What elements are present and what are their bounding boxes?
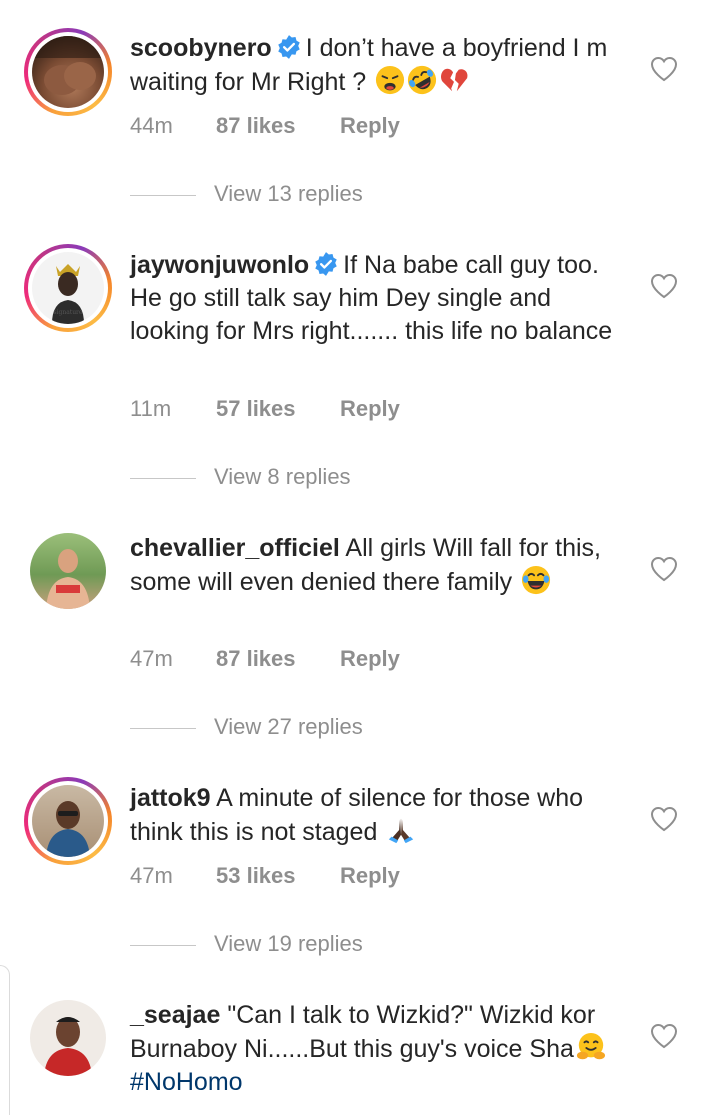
username[interactable]: _seajae [130, 1001, 220, 1029]
reply-button[interactable]: Reply [340, 863, 400, 889]
divider-line [130, 727, 196, 729]
folded-hands-icon [389, 818, 414, 844]
broken-heart-icon [441, 68, 468, 92]
face-with-tears-of-joy-icon [522, 565, 551, 595]
view-replies-label: View 19 replies [214, 931, 363, 956]
comment-meta: 44m 87 likes Reply [130, 113, 400, 139]
comment-body: chevallier_officiel All girls Will fall … [130, 532, 630, 599]
divider-line [130, 194, 196, 196]
comment-body: jaywonjuwonlo If Na babe call guy too. He… [130, 249, 630, 348]
svg-text:signature: signature [54, 309, 83, 316]
avatar-jaywonjuwonlo[interactable]: signature [24, 244, 112, 332]
view-replies-label: View 27 replies [214, 714, 363, 739]
likes-count[interactable]: 53 likes [216, 863, 340, 889]
comment-time: 11m [130, 396, 172, 421]
divider-line [130, 944, 196, 946]
comment-meta: 11m 57 likes Reply [130, 396, 400, 422]
weary-face-icon [376, 65, 405, 95]
avatar-chevallier-officiel[interactable] [24, 527, 112, 615]
like-heart-icon[interactable] [650, 556, 678, 582]
username[interactable]: jaywonjuwonlo [130, 251, 309, 279]
divider-line [130, 477, 196, 479]
view-replies-label: View 8 replies [214, 464, 351, 489]
username[interactable]: jattok9 [130, 784, 211, 812]
likes-count[interactable]: 87 likes [216, 113, 340, 139]
avatar-seajae[interactable] [24, 994, 112, 1082]
comment-meta: 47m 53 likes Reply [130, 863, 400, 889]
view-replies-button[interactable]: View 8 replies [130, 464, 351, 490]
verified-badge-icon [277, 35, 300, 59]
likes-count[interactable]: 57 likes [216, 396, 340, 422]
comment-time: 47m [130, 646, 173, 671]
comment-time: 47m [130, 863, 173, 888]
reply-button[interactable]: Reply [340, 113, 400, 139]
username[interactable]: chevallier_officiel [130, 534, 340, 562]
comment-body: _seajae "Can I talk to Wizkid?" Wizkid k… [130, 999, 630, 1099]
comment-meta: 47m 87 likes Reply [130, 646, 400, 672]
reply-button[interactable]: Reply [340, 646, 400, 672]
comment-body: scoobynero I don’t have a boyfriend I m w… [130, 32, 630, 99]
avatar-scoobynero[interactable] [24, 28, 112, 116]
hashtag-link[interactable]: #NoHomo [130, 1068, 243, 1096]
view-replies-label: View 13 replies [214, 181, 363, 206]
comment-body: jattok9 A minute of silence for those wh… [130, 782, 630, 849]
like-heart-icon[interactable] [650, 1023, 678, 1049]
like-heart-icon[interactable] [650, 56, 678, 82]
reply-button[interactable]: Reply [340, 396, 400, 422]
verified-badge-icon [315, 252, 337, 276]
username[interactable]: scoobynero [130, 34, 272, 62]
panel-edge [0, 965, 10, 1115]
rolling-on-floor-laughing-icon [408, 65, 437, 95]
avatar-jattok9[interactable] [24, 777, 112, 865]
hugging-face-icon [576, 1032, 605, 1060]
like-heart-icon[interactable] [650, 273, 678, 299]
like-heart-icon[interactable] [650, 806, 678, 832]
comment-time: 44m [130, 113, 173, 138]
view-replies-button[interactable]: View 13 replies [130, 181, 363, 207]
view-replies-button[interactable]: View 27 replies [130, 714, 363, 740]
view-replies-button[interactable]: View 19 replies [130, 931, 363, 957]
likes-count[interactable]: 87 likes [216, 646, 340, 672]
